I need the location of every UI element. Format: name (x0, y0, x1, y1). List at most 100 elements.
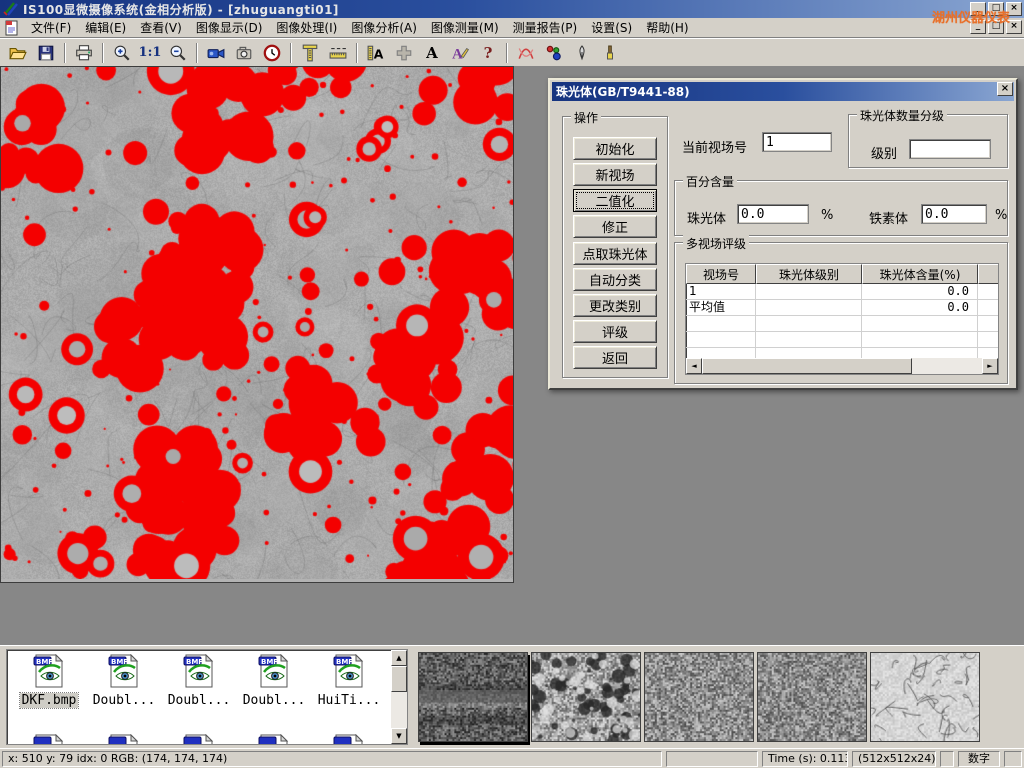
multiview-table[interactable]: 视场号珠光体级别珠光体含量(%)铁素体10.0平均值0.0◄► (685, 263, 999, 375)
level-input[interactable] (909, 139, 991, 159)
table-cell (978, 300, 999, 315)
table-row[interactable] (686, 332, 998, 348)
file-item-row2[interactable] (13, 734, 85, 745)
grid-cross-button[interactable] (391, 41, 417, 65)
gallery-thumbnail-2[interactable] (644, 652, 754, 742)
file-item-row2[interactable] (238, 734, 310, 745)
pearlite-percent-input[interactable] (737, 204, 809, 224)
menu-item-2[interactable]: 查看(V) (133, 17, 189, 38)
table-row[interactable] (686, 316, 998, 332)
menu-item-4[interactable]: 图像处理(I) (269, 17, 344, 38)
scroll-thumb[interactable] (702, 358, 912, 374)
menu-item-5[interactable]: 图像分析(A) (344, 17, 424, 38)
scroll-down-arrow[interactable]: ▼ (391, 728, 407, 744)
scroll-thumb[interactable] (391, 666, 407, 692)
gallery-thumbnail-3[interactable] (757, 652, 867, 742)
table-row[interactable]: 10.0 (686, 284, 998, 300)
table-header-2: 珠光体含量(%) (862, 264, 978, 284)
dialog-close-button[interactable]: × (997, 82, 1013, 96)
table-cell (862, 316, 978, 331)
file-item-2[interactable]: BMP Doubl... (163, 654, 235, 708)
bmp-file-icon: BMP (108, 654, 140, 688)
scroll-left-arrow[interactable]: ◄ (686, 358, 702, 374)
file-browser: BMPDKF.bmpBMPDoubl...BMPDoubl...BMPDoubl… (6, 649, 408, 745)
file-item-row2[interactable] (163, 734, 235, 745)
ruler-button[interactable] (325, 41, 351, 65)
timer-clock-button[interactable] (259, 41, 285, 65)
binarized-micrograph-image[interactable] (1, 67, 513, 579)
menu-item-7[interactable]: 测量报告(P) (506, 17, 585, 38)
op-button-3[interactable]: 修正 (573, 215, 657, 238)
op-button-0[interactable]: 初始化 (573, 137, 657, 160)
op-button-2[interactable]: 二值化 (573, 189, 657, 212)
menu-item-8[interactable]: 设置(S) (584, 17, 639, 38)
caliper-measure-button[interactable] (297, 41, 323, 65)
edit-annotation-button[interactable]: A (447, 41, 473, 65)
zoom-actual-button[interactable]: 1:1 (137, 41, 163, 65)
save-button[interactable] (33, 41, 59, 65)
file-item-row2[interactable] (88, 734, 160, 745)
bmp-file-icon (183, 734, 215, 745)
op-button-1[interactable]: 新视场 (573, 163, 657, 186)
menu-item-9[interactable]: 帮助(H) (639, 17, 695, 38)
gallery-thumbnail-0[interactable] (418, 652, 528, 742)
table-header-0: 视场号 (686, 264, 756, 284)
help-button[interactable]: ? (475, 41, 501, 65)
file-item-3[interactable]: BMPDoubl... (238, 654, 310, 708)
table-cell (978, 332, 999, 347)
pearlite-dialog: 珠光体(GB/T9441-88) × 操作 初始化新视场二值化修正点取珠光体自动… (548, 78, 1018, 390)
status-bar: x: 510 y: 79 idx: 0 RGB: (174, 174, 174)… (0, 748, 1024, 768)
text-annotation-button[interactable]: A (419, 41, 445, 65)
menu-item-6[interactable]: 图像测量(M) (424, 17, 506, 38)
menu-item-3[interactable]: 图像显示(D) (189, 17, 270, 38)
bmp-file-icon: BMP (183, 654, 215, 688)
file-item-0[interactable]: BMPDKF.bmp (13, 654, 85, 708)
percent-group-label: 百分含量 (683, 173, 737, 190)
ferrite-unit: % (995, 208, 1007, 223)
scroll-up-arrow[interactable]: ▲ (391, 650, 407, 666)
video-capture-button[interactable] (203, 41, 229, 65)
gallery-thumbnail-4[interactable] (870, 652, 980, 742)
print-button[interactable] (71, 41, 97, 65)
op-button-8[interactable]: 返回 (573, 346, 657, 369)
toolbar-separator (64, 43, 66, 63)
particle-analysis-button[interactable] (541, 41, 567, 65)
zoom-out-button[interactable] (165, 41, 191, 65)
ferrite-percent-input[interactable] (921, 204, 987, 224)
op-button-5[interactable]: 自动分类 (573, 268, 657, 291)
zoom-in-button[interactable] (109, 41, 135, 65)
bmp-file-icon (33, 734, 65, 745)
grading-group-label: 珠光体数量分级 (857, 107, 947, 124)
scroll-right-arrow[interactable]: ► (982, 358, 998, 374)
menu-item-1[interactable]: 编辑(E) (78, 17, 133, 38)
file-item-1[interactable]: BMPDoubl... (88, 654, 160, 708)
camera-button[interactable] (231, 41, 257, 65)
table-row[interactable]: 平均值0.0 (686, 300, 998, 316)
file-name: Doubl... (241, 693, 308, 708)
bmp-file-icon (258, 734, 290, 745)
file-item-4[interactable]: BMPHuiTi... (313, 654, 385, 708)
gallery-thumbnail-1[interactable] (531, 652, 641, 742)
op-button-4[interactable]: 点取珠光体 (573, 242, 657, 265)
brush-tool-button[interactable] (597, 41, 623, 65)
file-name: HuiTi... (316, 693, 383, 708)
open-file-button[interactable] (5, 41, 31, 65)
status-panel-empty (940, 751, 954, 767)
table-header-1: 珠光体级别 (756, 264, 862, 284)
micrograph-frame (0, 66, 514, 583)
document-icon (4, 20, 20, 36)
table-hscrollbar[interactable]: ◄► (686, 358, 998, 374)
op-button-6[interactable]: 更改类别 (573, 294, 657, 317)
file-item-row2[interactable] (313, 734, 385, 745)
measure-label-button[interactable]: A (363, 41, 389, 65)
pen-tool-button[interactable] (569, 41, 595, 65)
file-name: Doubl... (166, 693, 233, 708)
dialog-title-bar[interactable]: 珠光体(GB/T9441-88) (552, 82, 1014, 101)
current-view-input[interactable] (762, 132, 832, 152)
curve-tool-button[interactable] (513, 41, 539, 65)
ferrite-label: 铁素体 (869, 208, 908, 227)
file-list-vscrollbar[interactable]: ▲▼ (391, 650, 407, 744)
op-button-7[interactable]: 评级 (573, 320, 657, 343)
status-panel-empty (666, 751, 758, 767)
menu-item-0[interactable]: 文件(F) (24, 17, 78, 38)
